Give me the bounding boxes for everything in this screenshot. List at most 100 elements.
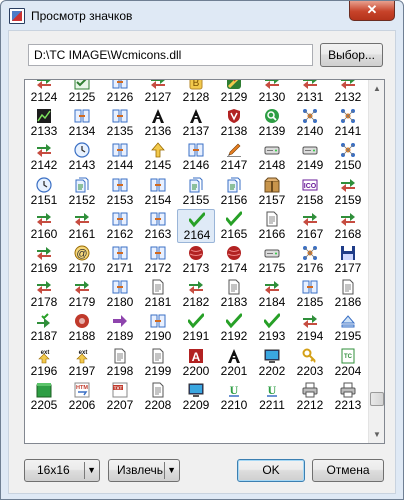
- icon-cell[interactable]: 2131: [291, 80, 329, 106]
- icon-cell[interactable]: 2203: [291, 346, 329, 380]
- icon-cell[interactable]: 2159: [329, 175, 367, 209]
- icon-cell[interactable]: 2182: [177, 277, 215, 311]
- icon-cell[interactable]: 2209: [177, 380, 215, 414]
- icon-cell[interactable]: 2125: [63, 80, 101, 106]
- icon-cell[interactable]: 2193: [253, 311, 291, 345]
- icon-cell[interactable]: 2187: [25, 311, 63, 345]
- icon-grid[interactable]: 2124 2125 2126 2127 B 2128 2129 2130 2131 2132 213…: [24, 79, 385, 444]
- icon-cell[interactable]: 2194: [291, 311, 329, 345]
- icon-cell[interactable]: TXT 2207: [101, 380, 139, 414]
- icon-cell[interactable]: 2142: [25, 140, 63, 174]
- icon-cell[interactable]: 2143: [63, 140, 101, 174]
- icon-cell[interactable]: 2144: [101, 140, 139, 174]
- scroll-up-icon[interactable]: ▲: [369, 80, 384, 97]
- icon-cell[interactable]: 2157: [253, 175, 291, 209]
- icon-cell[interactable]: 2126: [101, 80, 139, 106]
- icon-cell[interactable]: 2163: [139, 209, 177, 243]
- icon-cell[interactable]: 2171: [101, 243, 139, 277]
- icon-cell[interactable]: 2213: [329, 380, 367, 414]
- icon-cell[interactable]: 2146: [177, 140, 215, 174]
- icon-cell[interactable]: 2141: [329, 106, 367, 140]
- icon-cell[interactable]: A 2200: [177, 346, 215, 380]
- icon-cell[interactable]: 2145: [139, 140, 177, 174]
- icon-cell[interactable]: 2199: [139, 346, 177, 380]
- icon-cell[interactable]: ICO 2158: [291, 175, 329, 209]
- icon-cell[interactable]: 2127: [139, 80, 177, 106]
- icon-cell[interactable]: TC 2204: [329, 346, 367, 380]
- icon-cell[interactable]: 2191: [177, 311, 215, 345]
- icon-cell[interactable]: 2160: [25, 209, 63, 243]
- icon-cell[interactable]: 2161: [63, 209, 101, 243]
- icon-cell[interactable]: 2135: [101, 106, 139, 140]
- icon-cell[interactable]: 2162: [101, 209, 139, 243]
- icon-cell[interactable]: 2176: [291, 243, 329, 277]
- cancel-button[interactable]: Отмена: [312, 459, 384, 482]
- icon-cell[interactable]: 2149: [291, 140, 329, 174]
- icon-cell[interactable]: 2129: [215, 80, 253, 106]
- icon-cell[interactable]: 2164: [177, 208, 215, 243]
- icon-cell[interactable]: 2192: [215, 311, 253, 345]
- scroll-thumb[interactable]: [370, 392, 384, 406]
- icon-cell[interactable]: 2174: [215, 243, 253, 277]
- icon-cell[interactable]: 2212: [291, 380, 329, 414]
- icon-cell[interactable]: 2156: [215, 175, 253, 209]
- icon-cell[interactable]: 2133: [25, 106, 63, 140]
- icon-cell[interactable]: ext 2197: [63, 346, 101, 380]
- icon-cell[interactable]: 2147: [215, 140, 253, 174]
- icon-cell[interactable]: @2170: [63, 243, 101, 277]
- icon-cell[interactable]: 2165: [215, 209, 253, 243]
- icon-cell[interactable]: 2124: [25, 80, 63, 106]
- icon-cell[interactable]: 2195: [329, 311, 367, 345]
- icon-cell[interactable]: 2202: [253, 346, 291, 380]
- icon-cell[interactable]: 2132: [329, 80, 367, 106]
- close-button[interactable]: ✕: [349, 1, 395, 21]
- icon-cell[interactable]: 2186: [329, 277, 367, 311]
- icon-cell[interactable]: 2150: [329, 140, 367, 174]
- icon-cell[interactable]: 2177: [329, 243, 367, 277]
- icon-cell[interactable]: 2134: [63, 106, 101, 140]
- icon-cell[interactable]: 2137: [177, 106, 215, 140]
- icon-cell[interactable]: 2152: [63, 175, 101, 209]
- icon-cell[interactable]: U 2210: [215, 380, 253, 414]
- icon-cell[interactable]: U 2211: [253, 380, 291, 414]
- icon-cell[interactable]: 2198: [101, 346, 139, 380]
- icon-cell[interactable]: 2138: [215, 106, 253, 140]
- icon-cell[interactable]: 2169: [25, 243, 63, 277]
- file-path-field[interactable]: D:\TC IMAGE\Wcmicons.dll: [28, 44, 313, 66]
- icon-size-dropdown[interactable]: 16x16 ▼: [24, 459, 100, 482]
- icon-cell[interactable]: 2189: [101, 311, 139, 345]
- icon-cell[interactable]: 2168: [329, 209, 367, 243]
- icon-cell[interactable]: 2154: [139, 175, 177, 209]
- icon-cell[interactable]: 2130: [253, 80, 291, 106]
- icon-cell[interactable]: 2151: [25, 175, 63, 209]
- icon-cell[interactable]: 2188: [63, 311, 101, 345]
- icon-cell[interactable]: HTM 2206: [63, 380, 101, 414]
- icon-cell[interactable]: 2172: [139, 243, 177, 277]
- icon-cell[interactable]: 2136: [139, 106, 177, 140]
- scroll-down-icon[interactable]: ▼: [369, 426, 384, 443]
- ok-button[interactable]: OK: [237, 459, 305, 482]
- browse-button[interactable]: Выбор...: [320, 43, 383, 67]
- icon-cell[interactable]: 2148: [253, 140, 291, 174]
- icon-cell[interactable]: 2179: [63, 277, 101, 311]
- icon-cell[interactable]: ext 2196: [25, 346, 63, 380]
- icon-cell[interactable]: 2208: [139, 380, 177, 414]
- icon-cell[interactable]: 2178: [25, 277, 63, 311]
- icon-cell[interactable]: 2184: [253, 277, 291, 311]
- icon-cell[interactable]: 2201: [215, 346, 253, 380]
- icon-cell[interactable]: 2140: [291, 106, 329, 140]
- icon-cell[interactable]: 2190: [139, 311, 177, 345]
- icon-cell[interactable]: 2185: [291, 277, 329, 311]
- icon-cell[interactable]: 2139: [253, 106, 291, 140]
- icon-cell[interactable]: 2183: [215, 277, 253, 311]
- icon-cell[interactable]: 2155: [177, 175, 215, 209]
- extract-button[interactable]: Извлечь ▼: [108, 459, 180, 482]
- icon-cell[interactable]: 2181: [139, 277, 177, 311]
- icon-cell[interactable]: 2180: [101, 277, 139, 311]
- icon-cell[interactable]: B 2128: [177, 80, 215, 106]
- title-bar[interactable]: Просмотр значков ✕: [1, 1, 403, 31]
- icon-cell[interactable]: 2173: [177, 243, 215, 277]
- icon-cell[interactable]: 2167: [291, 209, 329, 243]
- icon-cell[interactable]: 2175: [253, 243, 291, 277]
- icon-cell[interactable]: 2166: [253, 209, 291, 243]
